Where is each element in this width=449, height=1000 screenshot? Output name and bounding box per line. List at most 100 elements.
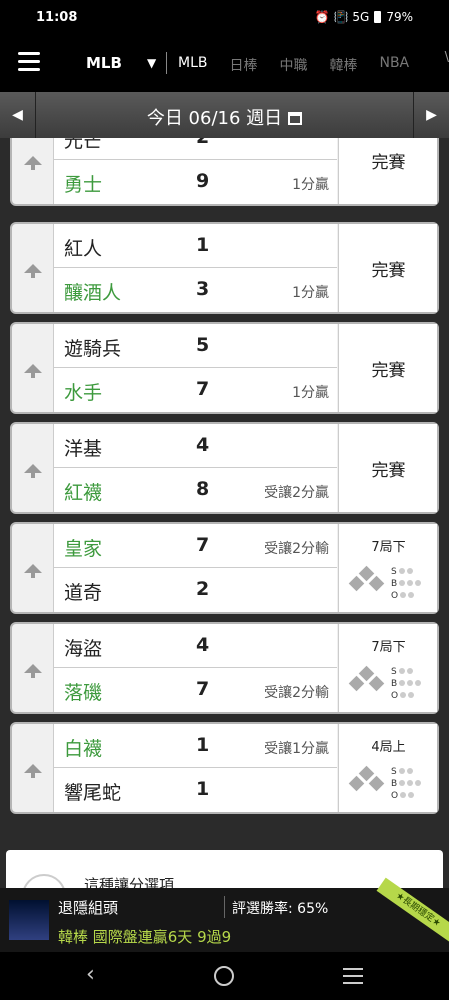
tab-npb[interactable]: 日棒 [229, 55, 257, 75]
team-name: 皇家 [64, 538, 103, 560]
bet-result: 1分贏 [292, 285, 329, 301]
pin-up-icon[interactable] [12, 138, 54, 204]
bet-result: 受讓1分贏 [264, 741, 329, 757]
outs-label: O [391, 791, 399, 801]
inning-label: 7局下 [371, 540, 406, 555]
game-teams: 洋基 4 紅襪 8 受讓2分贏 [54, 424, 337, 512]
bases-diamond-icon [348, 665, 385, 698]
ad-thumbnail [9, 900, 49, 940]
count-sbo: S B O [391, 566, 422, 602]
game-card[interactable]: 遊騎兵 5 水手 7 1分贏 完賽 [10, 322, 439, 414]
team-score: 1 [196, 778, 210, 800]
team-name: 響尾蛇 [64, 782, 122, 804]
outs-label: O [391, 591, 399, 601]
team-score: 7 [196, 378, 210, 400]
next-day-button[interactable]: ▶ [413, 92, 449, 138]
team-name: 道奇 [64, 582, 103, 604]
game-status: 4局上 S B O [338, 724, 437, 812]
ad-title: 退隱組頭 [58, 899, 119, 917]
game-status: 完賽 [338, 324, 437, 412]
game-card[interactable]: 海盜 4 落磯 7 受讓2分輸 7局下 S B O [10, 622, 439, 714]
game-card[interactable]: 皇家 7 受讓2分輸 道奇 2 7局下 S B O [10, 522, 439, 614]
pin-up-icon[interactable] [12, 524, 54, 612]
status-icons: ⏰ 📳 5G 79% [315, 10, 413, 24]
team-name: 洋基 [64, 438, 103, 460]
date-bar: ◀ 今日 06/16 週日 ▶ [0, 92, 449, 138]
tabs-overflow-edge: \ [444, 50, 449, 65]
team-name: 水手 [64, 382, 103, 404]
promo-card[interactable]: 這種讓分選項 [6, 850, 443, 888]
date-picker[interactable]: 今日 06/16 週日 [0, 104, 449, 130]
team-score: 7 [196, 534, 210, 556]
game-teams: 紅人 1 釀酒人 3 1分贏 [54, 224, 337, 312]
strikes-label: S [391, 667, 397, 677]
bases-diamond-icon [348, 565, 385, 598]
team-name: 釀酒人 [64, 282, 122, 304]
balls-label: B [391, 679, 398, 689]
ad-subtitle: 韓棒 國際盤連贏6天 9過9 [58, 928, 232, 946]
battery-icon [374, 11, 382, 23]
team-score: 5 [196, 334, 210, 356]
menu-icon[interactable] [18, 52, 40, 74]
team-row: 遊騎兵 5 [54, 324, 337, 368]
status-indicator-icons: ⏰ 📳 5G [314, 10, 370, 24]
final-label: 完賽 [371, 461, 406, 481]
battery-percent: 79% [386, 10, 413, 24]
team-row: 海盜 4 [54, 624, 337, 668]
team-row: 紅襪 8 受讓2分贏 [54, 468, 337, 512]
pin-up-icon[interactable] [12, 424, 54, 512]
pin-up-icon[interactable] [12, 324, 54, 412]
back-icon[interactable]: ‹ [86, 962, 95, 987]
caret-down-icon[interactable]: ▼ [147, 56, 156, 70]
team-row: 道奇 2 [54, 568, 337, 612]
status-bar: 11:08 ⏰ 📳 5G 79% [0, 0, 449, 36]
team-name: 紅襪 [64, 482, 103, 504]
game-list[interactable]: 光芒 2 勇士 9 1分贏 完賽 紅人 1 釀酒人 3 [0, 138, 449, 888]
home-icon[interactable] [214, 966, 234, 986]
pin-up-icon[interactable] [12, 724, 54, 812]
game-card[interactable]: 洋基 4 紅襪 8 受讓2分贏 完賽 [10, 422, 439, 514]
bases-diamond-icon [348, 765, 385, 798]
calendar-icon [288, 112, 303, 125]
team-score: 9 [196, 170, 210, 192]
strikes-label: S [391, 567, 397, 577]
game-status: 完賽 [338, 224, 437, 312]
game-card[interactable]: 白襪 1 受讓1分贏 響尾蛇 1 4局上 S B O [10, 722, 439, 814]
ad-ribbon: ★長期穩定★ [376, 877, 449, 943]
final-label: 完賽 [371, 153, 406, 173]
ad-divider [224, 896, 225, 918]
final-label: 完賽 [371, 361, 406, 381]
bet-result: 1分贏 [292, 385, 329, 401]
team-row: 光芒 2 [54, 138, 337, 160]
ad-banner[interactable]: 退隱組頭 評選勝率: 65% 韓棒 國際盤連贏6天 9過9 ★長期穩定★ [0, 877, 449, 952]
promo-avatar [22, 874, 66, 888]
count-sbo: S B O [391, 766, 422, 802]
game-card[interactable]: 光芒 2 勇士 9 1分贏 完賽 [10, 138, 439, 206]
tab-mlb[interactable]: MLB [178, 55, 207, 75]
strikes-label: S [391, 767, 397, 777]
pin-up-icon[interactable] [12, 224, 54, 312]
team-score: 7 [196, 678, 210, 700]
nav-divider [166, 52, 167, 74]
team-name: 遊騎兵 [64, 338, 122, 360]
recents-icon[interactable] [343, 968, 363, 989]
game-status: 7局下 S B O [338, 624, 437, 712]
tab-kbo[interactable]: 韓棒 [329, 55, 357, 75]
league-select[interactable]: MLB [86, 54, 122, 72]
game-status: 完賽 [338, 424, 437, 512]
top-nav: MLB ▼ MLB 日棒 中職 韓棒 NBA \ [0, 36, 449, 92]
team-row: 皇家 7 受讓2分輸 [54, 524, 337, 568]
team-score: 4 [196, 634, 210, 656]
pin-up-icon[interactable] [12, 624, 54, 712]
team-name: 光芒 [64, 138, 103, 152]
game-card[interactable]: 紅人 1 釀酒人 3 1分贏 完賽 [10, 222, 439, 314]
system-nav-bar: ‹ [0, 952, 449, 1000]
team-row: 勇士 9 1分贏 [54, 160, 337, 204]
game-teams: 海盜 4 落磯 7 受讓2分輸 [54, 624, 337, 712]
tab-cpbl[interactable]: 中職 [279, 55, 307, 75]
team-score: 8 [196, 478, 210, 500]
inning-label: 7局下 [371, 640, 406, 655]
tab-nba[interactable]: NBA [379, 55, 409, 75]
final-label: 完賽 [371, 261, 406, 281]
team-score: 2 [196, 578, 210, 600]
